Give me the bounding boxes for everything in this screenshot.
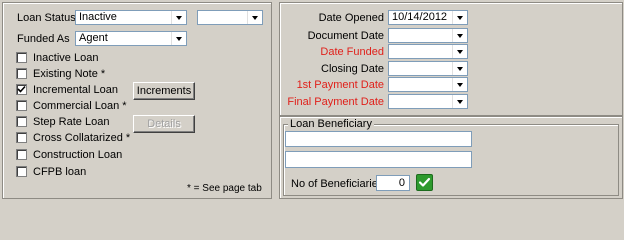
final-payment-date-picker[interactable] [388,94,468,109]
beneficiary-line1-input[interactable] [285,131,472,147]
loan-status-label: Loan Status [17,12,76,24]
checkbox-box[interactable] [16,166,27,177]
checkbox-box[interactable] [16,100,27,111]
checkbox-box[interactable] [16,52,27,63]
details-button[interactable]: Details [133,115,195,133]
chevron-down-icon[interactable] [452,62,467,75]
loan-status-extra-select[interactable] [197,10,263,25]
checkbox-box[interactable] [16,149,27,160]
chevron-down-icon[interactable] [247,11,262,24]
funded-as-label: Funded As [17,33,70,45]
loan-status-value: Inactive [79,11,117,23]
date-opened-picker[interactable]: 10/14/2012 [388,10,468,25]
checkmark-icon [17,85,26,93]
checkbox-box[interactable] [16,68,27,79]
check-icon [418,177,431,187]
num-beneficiaries-input[interactable]: 0 [376,175,410,191]
funded-as-select[interactable]: Agent [75,31,187,46]
chevron-down-icon[interactable] [171,11,186,24]
chevron-down-icon[interactable] [452,78,467,91]
beneficiary-title: Loan Beneficiary [288,118,374,130]
checkbox-box[interactable] [16,132,27,143]
chevron-down-icon[interactable] [452,11,467,24]
checkbox-label: Cross Collatarized * [33,132,131,144]
date-opened-value: 10/14/2012 [392,11,448,23]
closing-date-label: Closing Date [321,63,384,75]
date-funded-label: Date Funded [320,46,384,58]
checkbox-label: Step Rate Loan [33,116,110,128]
chevron-down-icon[interactable] [452,95,467,108]
checkbox-box[interactable] [16,116,27,127]
confirm-beneficiaries-button[interactable] [416,174,433,191]
page-tab-note: * = See page tab [187,183,262,194]
checkbox-label: CFPB loan [33,166,87,178]
checkbox-label: Construction Loan [33,149,123,161]
increments-button[interactable]: Increments [133,82,195,100]
first-payment-date-picker[interactable] [388,77,468,92]
checkbox-label: Incremental Loan [33,84,118,96]
document-date-picker[interactable] [388,28,468,43]
document-date-label: Document Date [307,30,384,42]
closing-date-picker[interactable] [388,61,468,76]
beneficiary-line2-input[interactable] [285,151,472,168]
checkbox-label: Commercial Loan * [33,100,127,112]
increments-button-label: Increments [136,85,192,97]
checkbox-label: Inactive Loan [33,52,99,64]
num-beneficiaries-label: No of Beneficiaries [291,178,384,190]
date-funded-picker[interactable] [388,44,468,59]
date-opened-label: Date Opened [318,12,384,24]
funded-as-value: Agent [79,32,108,44]
final-payment-date-label: Final Payment Date [287,96,384,108]
loan-status-select[interactable]: Inactive [75,10,187,25]
num-beneficiaries-value: 0 [398,177,405,189]
checkbox-box-checked[interactable] [16,84,27,95]
chevron-down-icon[interactable] [452,29,467,42]
chevron-down-icon[interactable] [452,45,467,58]
checkbox-label: Existing Note * [33,68,106,80]
first-payment-date-label: 1st Payment Date [296,79,384,91]
chevron-down-icon[interactable] [171,32,186,45]
details-button-label: Details [147,118,181,130]
